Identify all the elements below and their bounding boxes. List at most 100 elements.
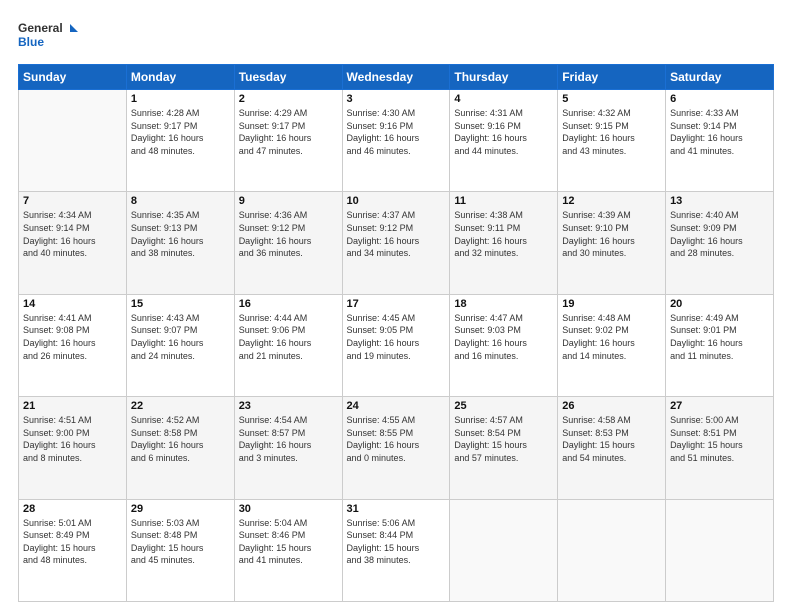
calendar-cell: 21Sunrise: 4:51 AM Sunset: 9:00 PM Dayli… (19, 397, 127, 499)
day-number: 25 (454, 400, 553, 412)
calendar-cell (558, 499, 666, 601)
logo: General Blue (18, 18, 78, 54)
page: General Blue SundayMondayTuesdayWednesda… (0, 0, 792, 612)
day-number: 15 (131, 298, 230, 310)
day-info: Sunrise: 4:54 AM Sunset: 8:57 PM Dayligh… (239, 414, 338, 464)
weekday-header-wednesday: Wednesday (342, 65, 450, 90)
day-info: Sunrise: 4:37 AM Sunset: 9:12 PM Dayligh… (347, 209, 446, 259)
day-number: 11 (454, 195, 553, 207)
day-info: Sunrise: 4:28 AM Sunset: 9:17 PM Dayligh… (131, 107, 230, 157)
day-number: 28 (23, 503, 122, 515)
calendar-cell: 3 Sunrise: 4:30 AM Sunset: 9:16 PM Daylig… (342, 90, 450, 192)
calendar-week-5: 28 Sunrise: 5:01 AM Sunset: 8:49 PM Dayli… (19, 499, 774, 601)
day-info: Sunrise: 4:52 AM Sunset: 8:58 PM Dayligh… (131, 414, 230, 464)
calendar-cell: 22 Sunrise: 4:52 AM Sunset: 8:58 PM Dayli… (126, 397, 234, 499)
calendar-cell: 4 Sunrise: 4:31 AM Sunset: 9:16 PM Daylig… (450, 90, 558, 192)
calendar-cell: 10 Sunrise: 4:37 AM Sunset: 9:12 PM Dayli… (342, 192, 450, 294)
weekday-header-monday: Monday (126, 65, 234, 90)
day-info: Sunrise: 4:39 AM Sunset: 9:10 PM Dayligh… (562, 209, 661, 259)
calendar-cell: 27 Sunrise: 5:00 AM Sunset: 8:51 PM Dayli… (666, 397, 774, 499)
calendar-cell: 11Sunrise: 4:38 AM Sunset: 9:11 PM Dayli… (450, 192, 558, 294)
svg-text:Blue: Blue (18, 35, 44, 49)
calendar-cell: 29Sunrise: 5:03 AM Sunset: 8:48 PM Dayli… (126, 499, 234, 601)
day-info: Sunrise: 4:30 AM Sunset: 9:16 PM Dayligh… (347, 107, 446, 157)
day-info: Sunrise: 4:41 AM Sunset: 9:08 PM Dayligh… (23, 312, 122, 362)
calendar-cell (19, 90, 127, 192)
calendar-cell: 25 Sunrise: 4:57 AM Sunset: 8:54 PM Dayli… (450, 397, 558, 499)
calendar-cell: 17 Sunrise: 4:45 AM Sunset: 9:05 PM Dayli… (342, 294, 450, 396)
calendar-cell: 19 Sunrise: 4:48 AM Sunset: 9:02 PM Dayli… (558, 294, 666, 396)
day-info: Sunrise: 4:48 AM Sunset: 9:02 PM Dayligh… (562, 312, 661, 362)
calendar-cell: 8 Sunrise: 4:35 AM Sunset: 9:13 PM Daylig… (126, 192, 234, 294)
day-number: 4 (454, 93, 553, 105)
weekday-header-thursday: Thursday (450, 65, 558, 90)
calendar-week-2: 7 Sunrise: 4:34 AM Sunset: 9:14 PM Daylig… (19, 192, 774, 294)
generalblue-logo: General Blue (18, 18, 78, 54)
day-number: 8 (131, 195, 230, 207)
day-info: Sunrise: 5:01 AM Sunset: 8:49 PM Dayligh… (23, 517, 122, 567)
day-number: 10 (347, 195, 446, 207)
day-info: Sunrise: 5:04 AM Sunset: 8:46 PM Dayligh… (239, 517, 338, 567)
day-number: 19 (562, 298, 661, 310)
day-info: Sunrise: 4:29 AM Sunset: 9:17 PM Dayligh… (239, 107, 338, 157)
day-number: 18 (454, 298, 553, 310)
calendar-cell: 18 Sunrise: 4:47 AM Sunset: 9:03 PM Dayli… (450, 294, 558, 396)
day-number: 22 (131, 400, 230, 412)
calendar-week-4: 21Sunrise: 4:51 AM Sunset: 9:00 PM Dayli… (19, 397, 774, 499)
weekday-header-sunday: Sunday (19, 65, 127, 90)
calendar-cell: 5 Sunrise: 4:32 AM Sunset: 9:15 PM Daylig… (558, 90, 666, 192)
header: General Blue (18, 18, 774, 54)
day-info: Sunrise: 5:00 AM Sunset: 8:51 PM Dayligh… (670, 414, 769, 464)
day-info: Sunrise: 4:40 AM Sunset: 9:09 PM Dayligh… (670, 209, 769, 259)
day-info: Sunrise: 4:45 AM Sunset: 9:05 PM Dayligh… (347, 312, 446, 362)
day-info: Sunrise: 4:35 AM Sunset: 9:13 PM Dayligh… (131, 209, 230, 259)
calendar-cell: 12 Sunrise: 4:39 AM Sunset: 9:10 PM Dayli… (558, 192, 666, 294)
day-number: 26 (562, 400, 661, 412)
day-info: Sunrise: 4:32 AM Sunset: 9:15 PM Dayligh… (562, 107, 661, 157)
weekday-header-row: SundayMondayTuesdayWednesdayThursdayFrid… (19, 65, 774, 90)
day-number: 21 (23, 400, 122, 412)
day-info: Sunrise: 4:58 AM Sunset: 8:53 PM Dayligh… (562, 414, 661, 464)
day-info: Sunrise: 4:44 AM Sunset: 9:06 PM Dayligh… (239, 312, 338, 362)
calendar-cell: 28 Sunrise: 5:01 AM Sunset: 8:49 PM Dayli… (19, 499, 127, 601)
day-number: 7 (23, 195, 122, 207)
calendar-cell: 23Sunrise: 4:54 AM Sunset: 8:57 PM Dayli… (234, 397, 342, 499)
calendar-cell: 30 Sunrise: 5:04 AM Sunset: 8:46 PM Dayli… (234, 499, 342, 601)
day-info: Sunrise: 4:49 AM Sunset: 9:01 PM Dayligh… (670, 312, 769, 362)
day-number: 9 (239, 195, 338, 207)
day-number: 3 (347, 93, 446, 105)
svg-text:General: General (18, 21, 63, 35)
day-info: Sunrise: 4:57 AM Sunset: 8:54 PM Dayligh… (454, 414, 553, 464)
day-number: 17 (347, 298, 446, 310)
calendar-cell: 24 Sunrise: 4:55 AM Sunset: 8:55 PM Dayli… (342, 397, 450, 499)
day-number: 24 (347, 400, 446, 412)
calendar-cell: 31Sunrise: 5:06 AM Sunset: 8:44 PM Dayli… (342, 499, 450, 601)
day-info: Sunrise: 4:47 AM Sunset: 9:03 PM Dayligh… (454, 312, 553, 362)
calendar-cell: 7 Sunrise: 4:34 AM Sunset: 9:14 PM Daylig… (19, 192, 127, 294)
calendar-cell: 9 Sunrise: 4:36 AM Sunset: 9:12 PM Daylig… (234, 192, 342, 294)
day-info: Sunrise: 4:36 AM Sunset: 9:12 PM Dayligh… (239, 209, 338, 259)
day-number: 5 (562, 93, 661, 105)
day-info: Sunrise: 4:55 AM Sunset: 8:55 PM Dayligh… (347, 414, 446, 464)
day-info: Sunrise: 4:34 AM Sunset: 9:14 PM Dayligh… (23, 209, 122, 259)
calendar-cell: 15 Sunrise: 4:43 AM Sunset: 9:07 PM Dayli… (126, 294, 234, 396)
calendar-cell: 26 Sunrise: 4:58 AM Sunset: 8:53 PM Dayli… (558, 397, 666, 499)
weekday-header-tuesday: Tuesday (234, 65, 342, 90)
day-info: Sunrise: 5:06 AM Sunset: 8:44 PM Dayligh… (347, 517, 446, 567)
day-number: 29 (131, 503, 230, 515)
day-number: 27 (670, 400, 769, 412)
calendar-cell: 14Sunrise: 4:41 AM Sunset: 9:08 PM Dayli… (19, 294, 127, 396)
calendar-cell: 6Sunrise: 4:33 AM Sunset: 9:14 PM Daylig… (666, 90, 774, 192)
day-number: 2 (239, 93, 338, 105)
calendar-cell: 13 Sunrise: 4:40 AM Sunset: 9:09 PM Dayli… (666, 192, 774, 294)
day-number: 20 (670, 298, 769, 310)
day-number: 1 (131, 93, 230, 105)
day-info: Sunrise: 4:31 AM Sunset: 9:16 PM Dayligh… (454, 107, 553, 157)
calendar-week-3: 14Sunrise: 4:41 AM Sunset: 9:08 PM Dayli… (19, 294, 774, 396)
calendar-week-1: 1 Sunrise: 4:28 AM Sunset: 9:17 PM Daylig… (19, 90, 774, 192)
day-number: 13 (670, 195, 769, 207)
calendar-cell (450, 499, 558, 601)
day-number: 12 (562, 195, 661, 207)
day-number: 30 (239, 503, 338, 515)
day-info: Sunrise: 4:43 AM Sunset: 9:07 PM Dayligh… (131, 312, 230, 362)
